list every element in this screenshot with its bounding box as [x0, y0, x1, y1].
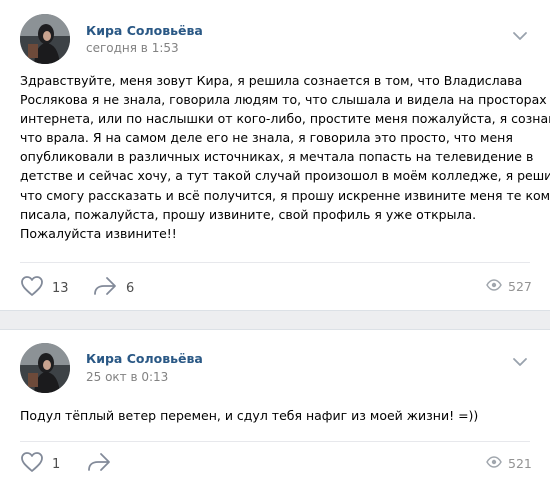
like-count: 1: [52, 456, 61, 472]
post-text-line: Пожалуйста извините!!: [20, 225, 177, 241]
like-button[interactable]: 13: [20, 275, 69, 301]
post-text-line: что врала. Я на самом деле его не знала,…: [20, 130, 513, 146]
like-button[interactable]: 1: [20, 451, 60, 477]
share-arrow-icon: [86, 451, 112, 477]
chevron-down-icon[interactable]: [512, 353, 528, 366]
like-count: 13: [52, 280, 69, 296]
post-date[interactable]: сегодня в 1:53: [86, 41, 179, 55]
wall-post: Кира Соловьёва сегодня в 1:53 Здравствуй…: [0, 0, 550, 311]
post-text: Здравствуйте, меня зовут Кира, я решила …: [20, 71, 550, 243]
avatar[interactable]: [20, 343, 70, 393]
avatar[interactable]: [20, 14, 70, 64]
post-text-line: Подул тёплый ветер перемен, и сдул тебя …: [20, 408, 479, 423]
post-text-line: опубликовали в различных источниках, я м…: [20, 149, 534, 165]
post-text-line: детстве и сейчас хочу, а тут такой случа…: [20, 168, 550, 184]
post-author[interactable]: Кира Соловьёва: [86, 351, 203, 366]
post-text-line: интернета, или по наслышки от кого-либо,…: [20, 111, 550, 127]
views-counter: 527: [486, 279, 532, 294]
views-counter: 521: [486, 456, 532, 471]
share-arrow-icon: [92, 275, 118, 301]
eye-icon: [486, 279, 502, 294]
share-count: 6: [126, 280, 135, 296]
wall-post: Кира Соловьёва 25 окт в 0:13 Подул тёплы…: [0, 329, 550, 488]
post-text-line: Здравствуйте, меня зовут Кира, я решила …: [20, 73, 523, 88]
chevron-down-icon[interactable]: [512, 27, 528, 40]
heart-icon: [20, 275, 44, 301]
post-text: Подул тёплый ветер перемен, и сдул тебя …: [20, 406, 530, 425]
eye-icon: [486, 456, 502, 471]
post-date[interactable]: 25 окт в 0:13: [86, 370, 168, 384]
views-count: 521: [508, 456, 532, 471]
actions-divider: [20, 441, 530, 442]
heart-icon: [20, 451, 44, 477]
views-count: 527: [508, 279, 532, 294]
post-text-line: писала, пожалуйста, прошу извините, свой…: [20, 206, 477, 222]
actions-divider: [20, 262, 530, 263]
post-author[interactable]: Кира Соловьёва: [86, 23, 203, 38]
post-text-line: Рослякова я не знала, говорила людям то,…: [20, 92, 547, 108]
share-button[interactable]: 6: [92, 275, 134, 301]
share-button[interactable]: [86, 451, 120, 477]
post-text-line: что смогу рассказать и всё получится, я …: [20, 187, 550, 203]
